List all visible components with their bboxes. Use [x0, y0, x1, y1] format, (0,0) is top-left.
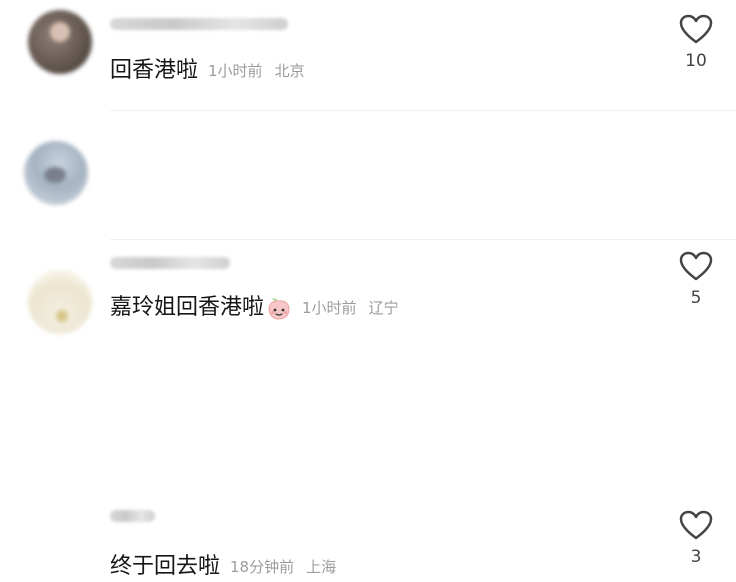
like-button[interactable]: 3 [676, 510, 716, 567]
like-button[interactable]: 10 [676, 14, 716, 71]
comment-time: 18分钟前 [230, 558, 295, 576]
like-count: 3 [690, 547, 702, 567]
avatar-face-blur [44, 167, 66, 183]
avatar-face-blur [50, 22, 70, 42]
avatar[interactable] [28, 270, 92, 334]
heart-icon[interactable] [679, 14, 713, 45]
comment-text: 终于回去啦 [110, 554, 221, 579]
username-blurred[interactable] [110, 18, 288, 30]
username-blurred[interactable] [110, 510, 155, 522]
heart-icon[interactable] [679, 510, 713, 541]
avatar[interactable] [24, 141, 88, 205]
avatar-face-blur [56, 310, 68, 322]
avatar[interactable] [28, 10, 92, 74]
like-count: 10 [685, 51, 707, 71]
comment-item: 终于回去啦 18分钟前 上海 3 [0, 240, 736, 579]
comment-item: 嘉玲姐回香港啦 1小时前 辽宁 5 [0, 111, 736, 320]
comment-body-row: 终于回去啦 18分钟前 上海 [110, 552, 336, 582]
comment-item: 回香港啦 1小时前 北京 10 [0, 0, 736, 110]
comment-location: 上海 [306, 558, 337, 576]
comment-text: 回香港啦 [110, 58, 199, 83]
comment-location: 北京 [274, 62, 305, 80]
comment-body-row: 回香港啦 1小时前 北京 [110, 56, 305, 86]
comment-time: 1小时前 [208, 62, 263, 80]
